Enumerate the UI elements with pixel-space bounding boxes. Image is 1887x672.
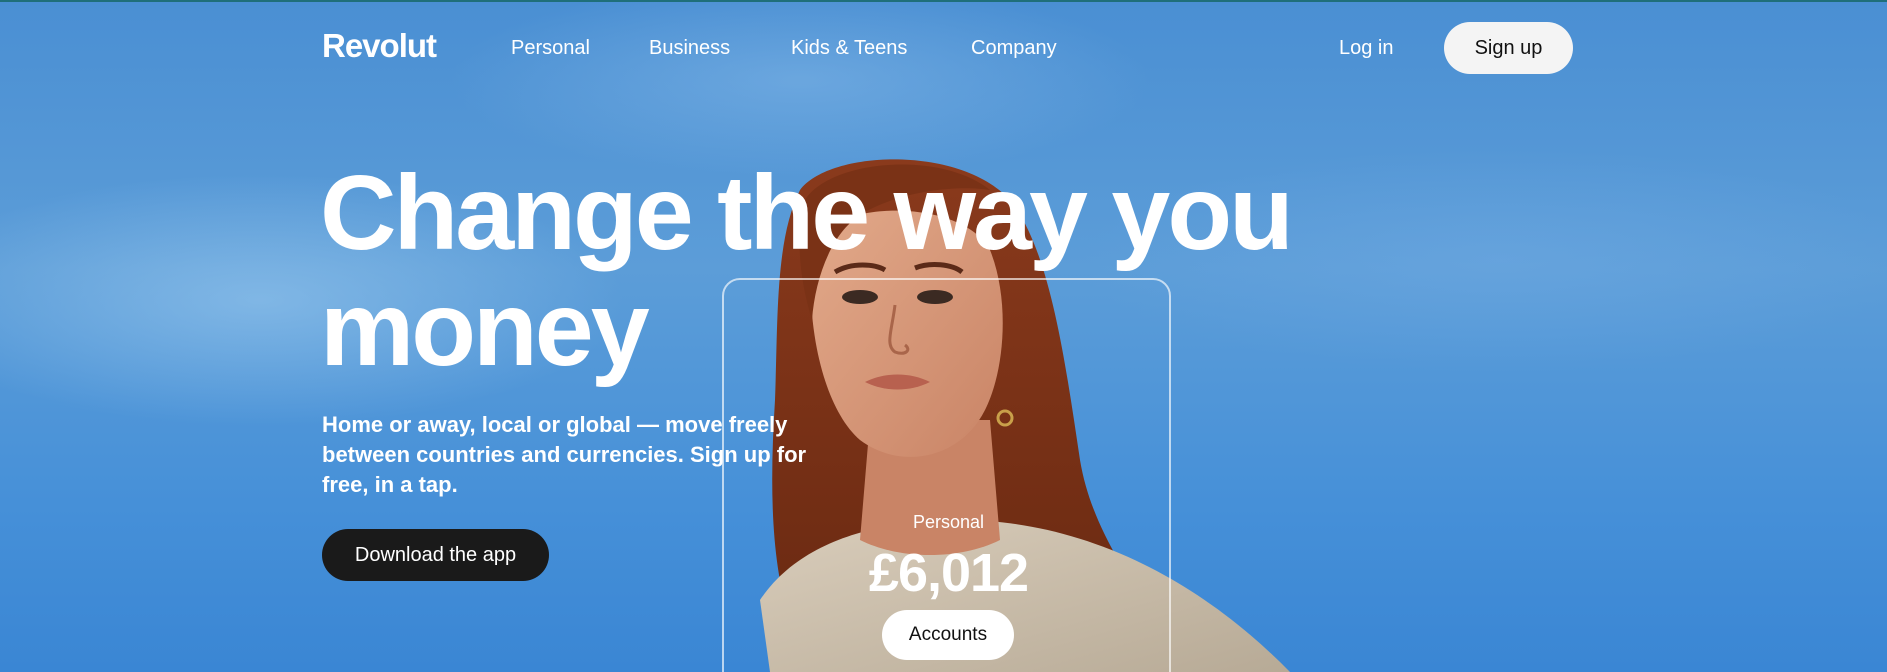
download-app-button[interactable]: Download the app [322,529,549,581]
nav-link-kids-teens[interactable]: Kids & Teens [791,37,907,60]
nav-link-business[interactable]: Business [649,37,730,60]
signup-button[interactable]: Sign up [1444,22,1573,74]
top-navigation: Revolut Personal Business Kids & Teens C… [0,0,1887,96]
accounts-button[interactable]: Accounts [882,610,1014,660]
account-balance: £6,012 [868,543,1029,603]
nav-link-personal[interactable]: Personal [511,37,590,60]
account-type-label: Personal [912,512,985,532]
hero-background: Revolut Personal Business Kids & Teens C… [0,0,1887,672]
revolut-logo[interactable]: Revolut [322,27,437,65]
account-preview-card: Personal £6,012 Accounts [722,278,1171,672]
nav-link-company[interactable]: Company [971,37,1057,60]
login-link[interactable]: Log in [1339,37,1394,60]
